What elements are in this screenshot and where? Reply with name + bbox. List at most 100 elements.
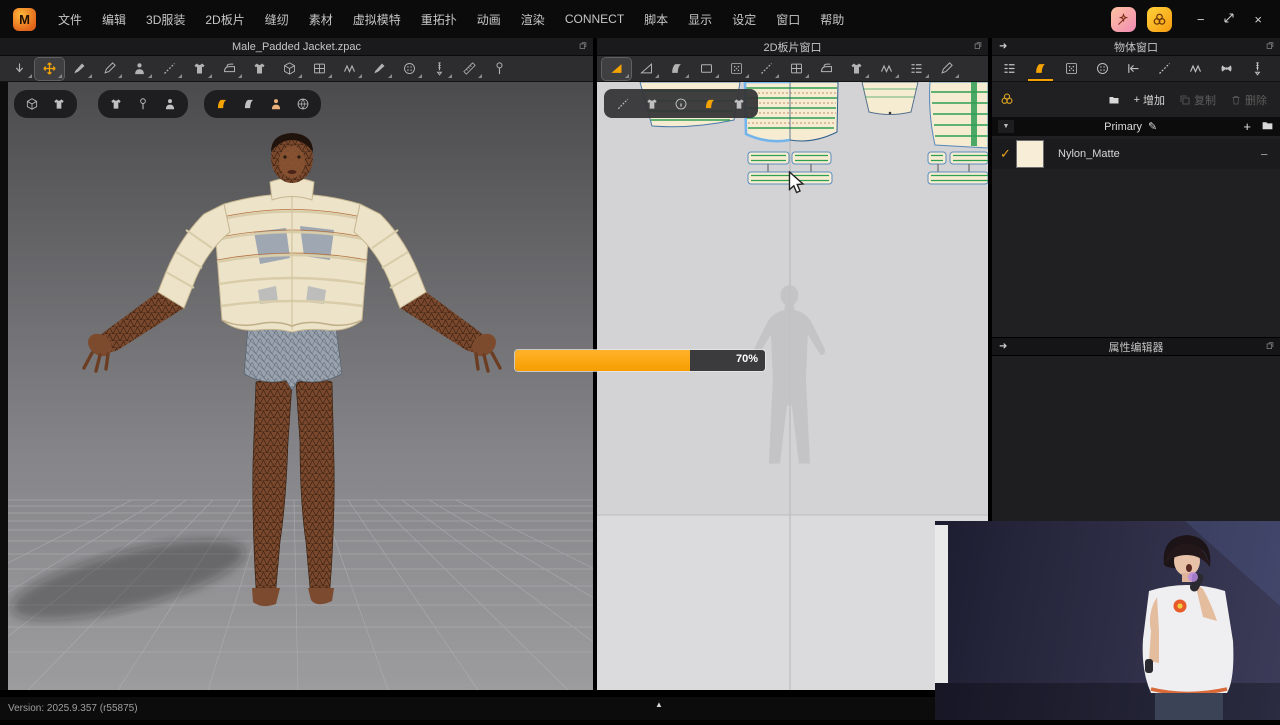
dart-tool-icon[interactable] xyxy=(722,58,751,80)
menu-material[interactable]: 素材 xyxy=(299,11,343,28)
pleat-tool-icon[interactable] xyxy=(872,58,901,80)
segment-sewing-icon[interactable] xyxy=(752,58,781,80)
menu-file[interactable]: 文件 xyxy=(48,11,92,28)
select-lasso-icon[interactable] xyxy=(65,58,94,80)
menu-window[interactable]: 窗口 xyxy=(766,11,810,28)
simulate-dropdown-icon[interactable] xyxy=(5,58,34,80)
render-style-icon[interactable] xyxy=(21,94,43,114)
zipper-3d-icon[interactable] xyxy=(425,58,454,80)
notch-tool-icon[interactable] xyxy=(932,58,961,80)
select-move-icon[interactable] xyxy=(35,58,64,80)
wind-icon[interactable] xyxy=(335,58,364,80)
menu-edit[interactable]: 编辑 xyxy=(92,11,136,28)
show-avatar-icon[interactable] xyxy=(159,94,181,114)
material-swatch[interactable] xyxy=(1016,140,1044,168)
brush-icon[interactable] xyxy=(95,58,124,80)
fabric-group-row[interactable]: ▼ Primary ✎ + xyxy=(992,117,1280,136)
menu-3d-garment[interactable]: 3D服装 xyxy=(136,11,195,28)
show-info-icon[interactable] xyxy=(670,94,692,114)
detach-icon[interactable] xyxy=(578,41,588,54)
detach-icon[interactable] xyxy=(973,41,983,54)
fabric-thin-icon[interactable] xyxy=(238,94,260,114)
close-button[interactable]: × xyxy=(1254,12,1262,27)
topstitch-tab-icon[interactable] xyxy=(1149,57,1180,81)
group-folder-icon[interactable] xyxy=(1261,119,1274,135)
add-group-item-icon[interactable]: + xyxy=(1243,119,1251,134)
import-fabric-button[interactable] xyxy=(1103,94,1125,106)
show-garment-icon[interactable] xyxy=(105,94,127,114)
menu-retopology[interactable]: 重拓扑 xyxy=(411,11,467,28)
symmetric-garment-icon[interactable] xyxy=(185,58,214,80)
material-check-icon[interactable]: ✓ xyxy=(1000,146,1016,162)
trim-tab-icon[interactable] xyxy=(1211,57,1242,81)
menu-render[interactable]: 渲染 xyxy=(511,11,555,28)
menu-2d-pattern[interactable]: 2D板片 xyxy=(195,11,254,28)
menu-help[interactable]: 帮助 xyxy=(810,11,854,28)
panel-2d-titlebar: 2D板片窗口 xyxy=(597,38,988,56)
zipper-tab-icon[interactable] xyxy=(1242,57,1273,81)
internal-rectangle-icon[interactable] xyxy=(782,58,811,80)
graphic-tab-icon[interactable] xyxy=(1056,57,1087,81)
iron-2d-icon[interactable] xyxy=(812,58,841,80)
garment-texture-icon[interactable] xyxy=(48,94,70,114)
button-3d-icon[interactable] xyxy=(395,58,424,80)
quilt-grid-icon[interactable] xyxy=(305,58,334,80)
pen-3d-icon[interactable] xyxy=(155,58,184,80)
show-pin-icon[interactable] xyxy=(132,94,154,114)
menu-script[interactable]: 脚本 xyxy=(634,11,678,28)
show-shirt-icon[interactable] xyxy=(641,94,663,114)
edit-pattern-icon[interactable] xyxy=(632,58,661,80)
magic-wand-app-icon[interactable] xyxy=(1111,7,1136,32)
rename-group-icon[interactable]: ✎ xyxy=(1148,120,1157,133)
rectangle-tool-icon[interactable] xyxy=(692,58,721,80)
menu-settings[interactable]: 设定 xyxy=(722,11,766,28)
avatar-texture-icon[interactable] xyxy=(265,94,287,114)
material-collapse-icon[interactable]: − xyxy=(1260,147,1272,162)
measure-icon[interactable] xyxy=(455,58,484,80)
add-fabric-button[interactable]: +增加 xyxy=(1129,92,1170,108)
steam-icon[interactable] xyxy=(215,58,244,80)
restore-button[interactable] xyxy=(1223,12,1235,27)
scene-list-tab-icon[interactable] xyxy=(994,57,1025,81)
pattern-strip[interactable] xyxy=(928,152,988,184)
menu-sewing[interactable]: 缝纫 xyxy=(255,11,299,28)
avatar-doll-icon[interactable] xyxy=(125,58,154,80)
puckering-tab-icon[interactable] xyxy=(1180,57,1211,81)
sewing-machine-icon[interactable] xyxy=(275,58,304,80)
pattern-piece-selected[interactable] xyxy=(745,82,838,141)
polygon-tool-icon[interactable] xyxy=(662,58,691,80)
copy-fabric-button[interactable]: 复制 xyxy=(1174,92,1221,108)
viewport-3d-canvas[interactable] xyxy=(8,82,593,690)
garment-shirt-icon[interactable] xyxy=(245,58,274,80)
pin-tab-icon[interactable] xyxy=(1118,57,1149,81)
minimize-button[interactable]: − xyxy=(1197,12,1205,27)
pattern-piece[interactable] xyxy=(862,82,918,115)
gravity-icon[interactable] xyxy=(365,58,394,80)
menu-display[interactable]: 显示 xyxy=(678,11,722,28)
menu-animation[interactable]: 动画 xyxy=(467,11,511,28)
display-group-fabric xyxy=(204,90,321,118)
statusbar-expand-icon[interactable]: ▲ xyxy=(655,700,663,709)
collapse-caret-icon[interactable]: ▼ xyxy=(998,120,1014,133)
wireframe-globe-icon[interactable] xyxy=(292,94,314,114)
menu-connect[interactable]: CONNECT xyxy=(555,12,634,26)
fabric-tab-icon[interactable] xyxy=(1025,57,1056,81)
button-tab-icon[interactable] xyxy=(1087,57,1118,81)
show-seam-icon[interactable] xyxy=(612,94,634,114)
show-texture-icon[interactable] xyxy=(728,94,750,114)
layer-tool-icon[interactable] xyxy=(902,58,931,80)
dock-arrow-icon[interactable]: ➜ xyxy=(999,341,1007,352)
show-fabric-icon[interactable] xyxy=(699,94,721,114)
trefoil-app-icon[interactable] xyxy=(1147,7,1172,32)
fabric-thick-icon[interactable] xyxy=(211,94,233,114)
shirt-2d-icon[interactable] xyxy=(842,58,871,80)
pattern-piece[interactable] xyxy=(930,82,988,148)
dock-arrow-icon[interactable]: ➜ xyxy=(999,41,1007,52)
material-list-item[interactable]: ✓ Nylon_Matte − xyxy=(992,139,1280,169)
delete-fabric-button[interactable]: 删除 xyxy=(1225,92,1272,108)
detach-icon[interactable] xyxy=(1265,41,1275,54)
detach-icon[interactable] xyxy=(1265,341,1275,354)
transform-pattern-icon[interactable] xyxy=(602,58,631,80)
pin-tool-icon[interactable] xyxy=(485,58,514,80)
menu-avatar[interactable]: 虚拟模特 xyxy=(343,11,411,28)
